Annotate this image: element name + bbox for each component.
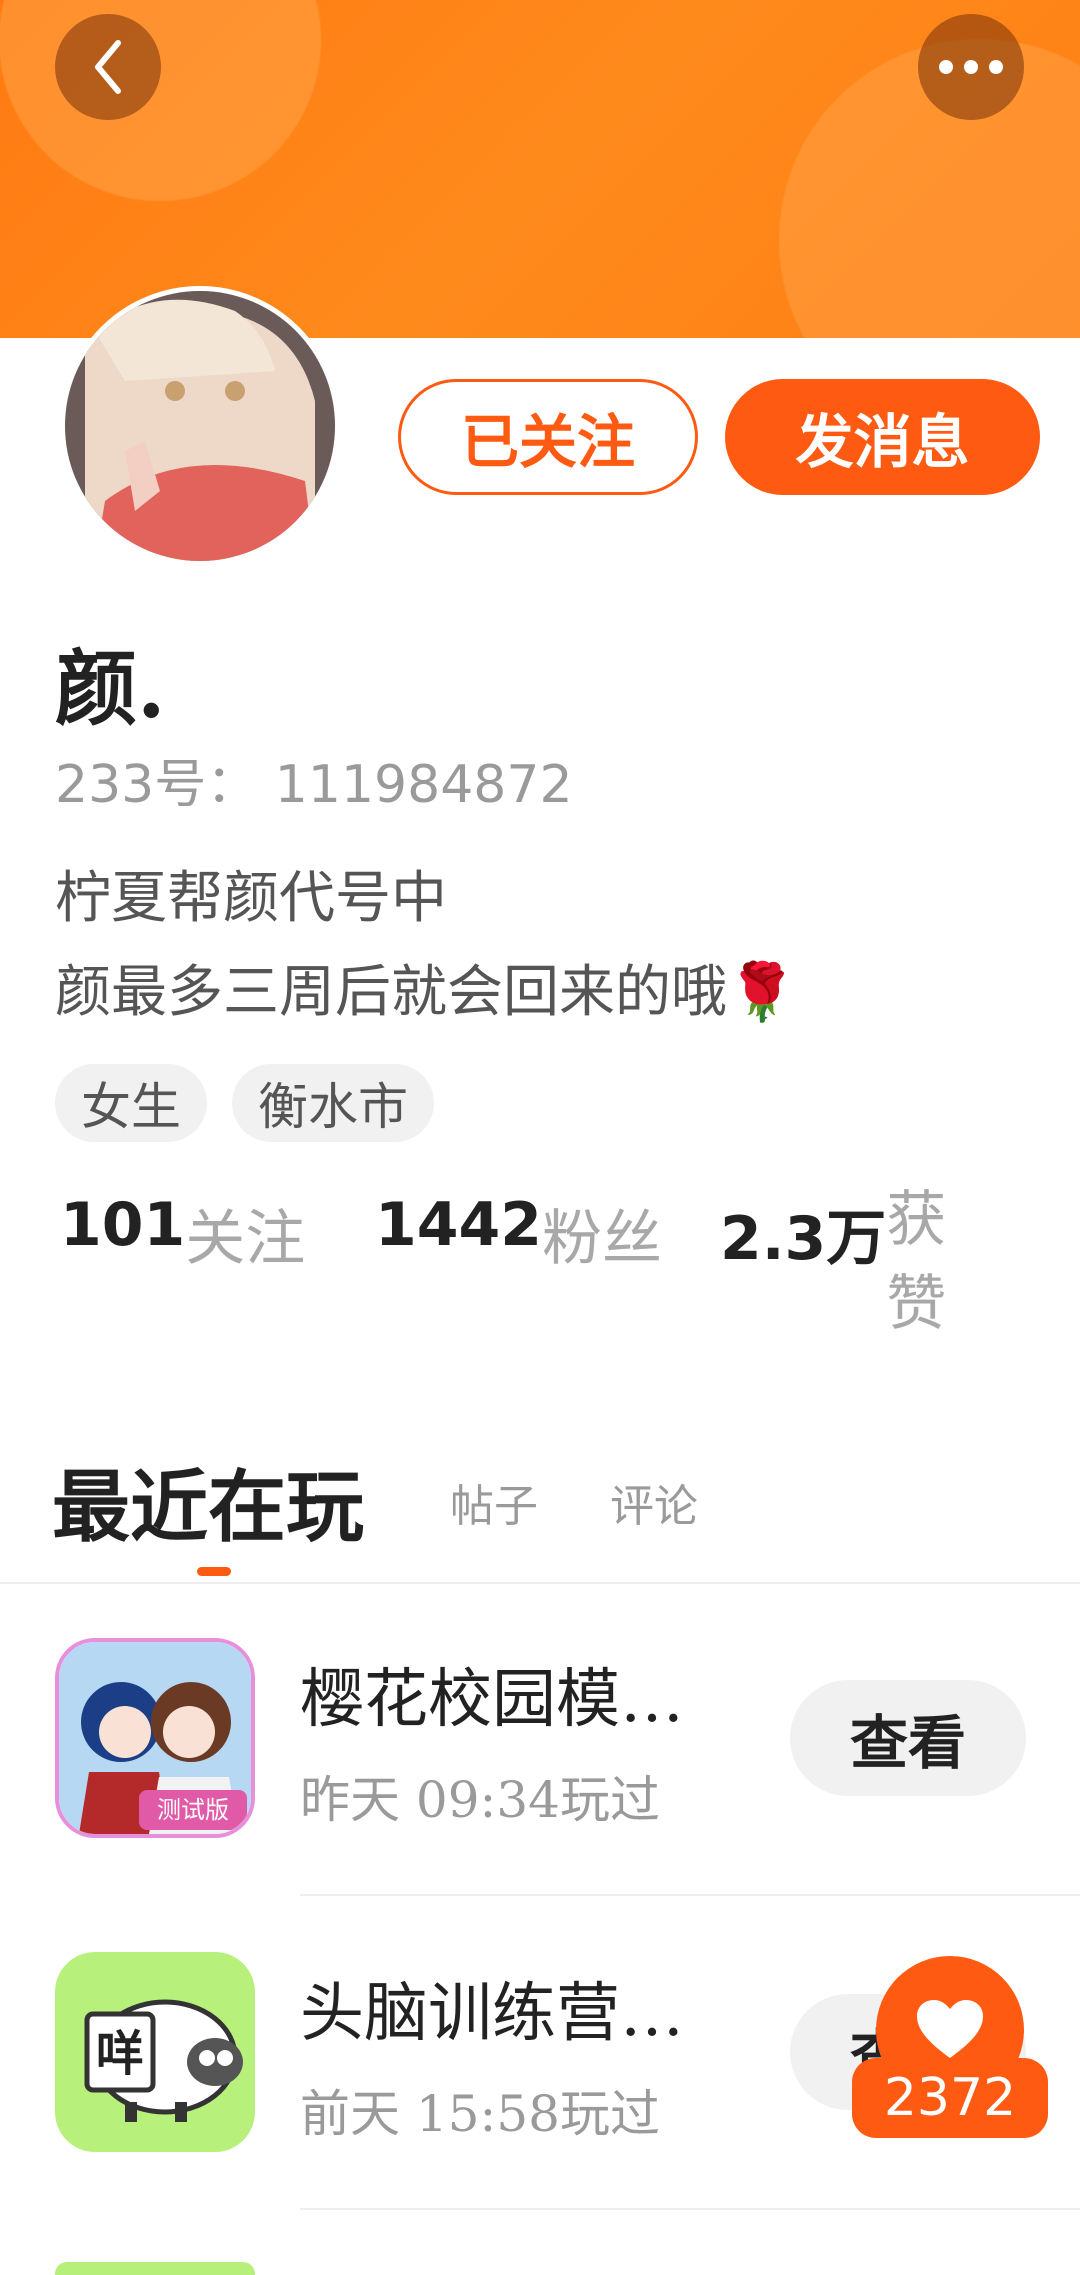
send-message-button[interactable]: 发消息 [725,379,1040,495]
game-icon: 测试版 [55,1638,255,1838]
game-played-time: 前天 15:58玩过 [300,2085,660,2143]
bio-line: 颜最多三周后就会回来的哦🌹 [55,960,797,1025]
stat-followers-label: 粉丝 [542,1204,662,1274]
stat-likes-label-part: 赞 [886,1269,947,1339]
avatar-image [65,291,335,561]
view-button[interactable]: 查看 [790,1680,1026,1796]
game-icon-image: 咩 [55,1952,255,2152]
back-button[interactable] [55,14,161,120]
stat-following-label: 关注 [185,1204,306,1274]
game-name: 樱花校园模… [300,1663,684,1737]
more-button[interactable] [918,14,1024,120]
user-id: 233号： 111984872 [55,755,573,815]
heart-icon [917,2000,983,2058]
stat-likes-value: 2.3万 [720,1204,887,1274]
bio: 柠夏帮颜代号中 颜最多三周后就会回来的哦🌹 [55,852,797,1040]
tab-divider [0,1582,1080,1584]
game-played-time: 昨天 09:34玩过 [300,1771,660,1829]
tab-recently-played[interactable]: 最近在玩 [52,1445,364,1557]
tab-comments[interactable]: 评论 [610,1470,698,1534]
stat-followers[interactable]: 1442 粉丝 [375,1190,662,1277]
like-count: 2372 [852,2058,1048,2138]
stat-likes-label-part: 获 [886,1185,947,1255]
game-icon: 咩 [55,1952,255,2152]
tag-gender: 女生 [55,1064,207,1142]
game-icon-partial [55,2262,255,2275]
row-divider [300,2208,1080,2210]
nickname: 颜. [55,641,166,737]
list-item[interactable]: 测试版 樱花校园模… 昨天 09:34玩过 查看 [0,1638,1080,1938]
profile-banner [0,0,1080,338]
stat-following[interactable]: 101 关注 [60,1190,305,1277]
row-divider [300,1894,1080,1896]
tab-indicator [197,1567,231,1576]
bio-line: 柠夏帮颜代号中 [55,866,447,931]
more-horizontal-icon [939,60,1003,74]
game-name: 头脑训练营… [300,1977,684,2051]
stat-likes[interactable]: 2.3万 获 赞 [720,1185,946,1346]
game-icon-text: 咩 [96,2026,144,2082]
avatar[interactable] [60,286,340,566]
chevron-left-icon [95,40,121,94]
followed-button[interactable]: 已关注 [398,379,698,495]
game-icon-image: 测试版 [59,1642,251,1834]
stat-likes-label: 获 赞 [886,1178,946,1346]
stat-following-value: 101 [60,1190,186,1260]
tab-posts[interactable]: 帖子 [450,1470,538,1534]
game-badge: 测试版 [157,1796,229,1824]
tag-city: 衡水市 [232,1064,434,1142]
stat-followers-value: 1442 [375,1190,542,1260]
